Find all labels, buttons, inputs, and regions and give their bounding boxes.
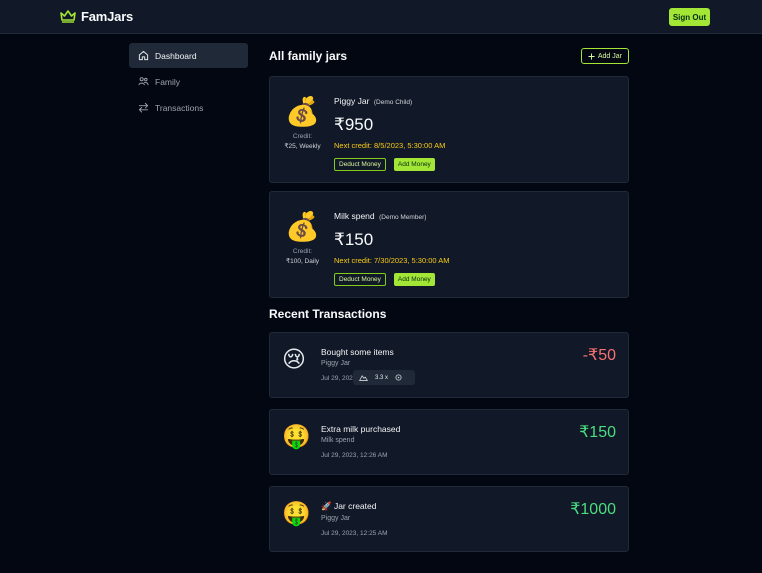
brand[interactable]: FamJars [60,9,133,24]
next-credit: Next credit: 7/30/2023, 5:30:00 AM [334,256,450,265]
zoom-overlay[interactable]: 3.3 x [353,370,415,385]
recent-transactions-title: Recent Transactions [269,307,387,321]
deduct-money-button[interactable]: Deduct Money [334,273,386,286]
sidebar: Dashboard Family Transactions [129,43,248,121]
add-jar-label: Add Jar [597,52,622,60]
jar-actions: Deduct Money Add Money [334,158,445,171]
sidebar-item-label: Dashboard [155,50,197,61]
home-icon [138,50,149,61]
transaction-amount: ₹150 [579,424,616,441]
jar-card: 💰 Credit: ₹25, Weekly Piggy Jar (Demo Ch… [269,76,629,183]
target-icon [395,374,402,381]
jar-owner: (Demo Child) [373,99,413,106]
add-money-button[interactable]: Add Money [393,158,435,171]
sad-face-icon: 😢 [282,346,306,372]
transaction-jar: Milk spend [321,437,355,444]
money-face-icon: 🤑 [282,423,311,449]
sidebar-item-label: Family [155,76,181,87]
jar-actions: Deduct Money Add Money [334,273,450,286]
family-icon [138,77,149,86]
money-bag-icon: 💰 [285,96,320,127]
add-jar-button[interactable]: Add Jar [580,48,629,64]
main-content: All family jars Add Jar 💰 Credit: ₹25, W… [269,40,629,563]
transaction-title: 🚀 Jar created [321,501,377,511]
plus-icon [588,52,595,60]
credit-label: Credit: [292,248,313,255]
credit-value: ₹100, Daily [285,258,320,265]
jar-summary: 💰 Credit: ₹100, Daily [278,210,327,265]
sidebar-item-family[interactable]: Family [129,69,248,94]
jar-name: Milk spend [334,211,375,221]
next-credit: Next credit: 8/5/2023, 5:30:00 AM [334,141,446,150]
transaction-title: Bought some items [321,347,394,357]
transaction-date: Jul 29, 2023, 12:26 AM [321,452,388,459]
jar-owner: (Demo Member) [379,214,427,221]
jar-balance: ₹950 [334,115,374,134]
app-title: FamJars [81,9,134,24]
sign-out-button[interactable]: Sign Out [669,8,710,26]
jar-details: Piggy Jar (Demo Child) ₹950 Next credit:… [334,91,445,171]
zoom-readout: 3.3 x [375,374,389,381]
transaction-jar: Piggy Jar [321,360,351,367]
transaction-card: 😢 Bought some items Piggy Jar Jul 29, 20… [269,332,629,398]
transfer-icon [138,102,149,113]
sidebar-item-label: Transactions [155,102,204,113]
jar-name: Piggy Jar [334,96,370,106]
crown-logo-icon [60,10,76,23]
deduct-money-button[interactable]: Deduct Money [334,158,386,171]
transaction-info: 🚀 Jar created Piggy Jar Jul 29, 2023, 12… [321,501,388,537]
jar-summary: 💰 Credit: ₹25, Weekly [278,95,327,150]
transaction-title: Extra milk purchased [321,424,401,434]
top-navbar: FamJars Sign Out [0,0,762,34]
sidebar-item-transactions[interactable]: Transactions [129,95,248,120]
money-face-icon: 🤑 [282,500,311,526]
jar-card: 💰 Credit: ₹100, Daily Milk spend (Demo M… [269,191,629,298]
add-money-button[interactable]: Add Money [393,273,435,286]
sidebar-item-dashboard[interactable]: Dashboard [129,43,248,68]
transaction-amount: ₹1000 [570,501,616,518]
transaction-card: 🤑 Extra milk purchased Milk spend Jul 29… [269,409,629,475]
page-title: All family jars [269,49,348,63]
money-bag-icon: 💰 [285,211,320,242]
jar-balance: ₹150 [334,230,374,249]
credit-label: Credit: [292,133,313,140]
jar-details: Milk spend (Demo Member) ₹150 Next credi… [334,206,450,286]
credit-value: ₹25, Weekly [284,143,321,150]
transaction-jar: Piggy Jar [321,515,351,522]
transaction-info: Extra milk purchased Milk spend Jul 29, … [321,424,400,459]
jars-header: All family jars Add Jar [269,40,629,72]
transaction-card: 🤑 🚀 Jar created Piggy Jar Jul 29, 2023, … [269,486,629,552]
transaction-amount: -₹50 [582,347,616,364]
transaction-date: Jul 29, 2023, 12:25 AM [321,530,388,537]
mountain-icon [359,375,368,381]
